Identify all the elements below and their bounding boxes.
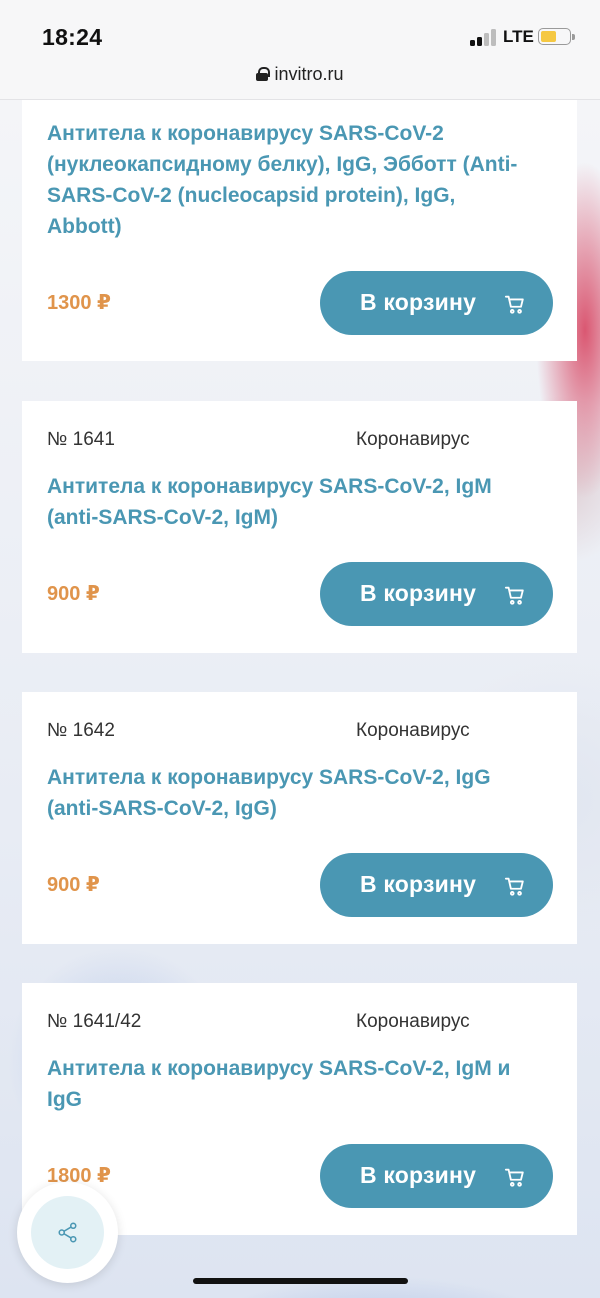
cellular-signal-icon — [470, 28, 498, 46]
cart-icon — [504, 586, 524, 605]
home-indicator[interactable] — [193, 1278, 408, 1284]
product-title[interactable]: Антитела к коронавирусу SARS-CoV-2 (нукл… — [47, 118, 527, 242]
share-button[interactable] — [17, 1182, 118, 1283]
add-to-cart-label: В корзину — [360, 580, 477, 606]
lock-icon — [256, 67, 271, 81]
cart-icon — [504, 877, 524, 896]
add-to-cart-button[interactable]: В корзину — [320, 271, 553, 335]
add-to-cart-label: В корзину — [360, 871, 477, 897]
product-number: № 1641 — [47, 429, 115, 450]
url-display[interactable]: invitro.ru — [0, 64, 600, 85]
product-card: № 1641 Коронавирус Антитела к коронавиру… — [22, 401, 577, 653]
product-category[interactable]: Коронавирус — [356, 1011, 470, 1033]
product-category[interactable]: Коронавирус — [356, 720, 470, 742]
status-time: 18:24 — [42, 24, 103, 50]
product-category[interactable]: Коронавирус — [356, 429, 470, 451]
add-to-cart-label: В корзину — [360, 1162, 477, 1188]
product-title[interactable]: Антитела к коронавирусу SARS-CoV-2, IgG … — [47, 762, 527, 824]
product-number: № 1642 — [47, 720, 115, 741]
add-to-cart-label: В корзину — [360, 289, 477, 315]
add-to-cart-button[interactable]: В корзину — [320, 562, 553, 626]
product-price: 1300 ₽ — [47, 292, 111, 314]
product-card: № 1641/42 Коронавирус Антитела к коронав… — [22, 983, 577, 1235]
status-bar: 18:24 LTE — [0, 0, 600, 56]
product-card: Антитела к коронавирусу SARS-CoV-2 (нукл… — [22, 100, 577, 361]
url-text: invitro.ru — [274, 64, 344, 84]
battery-fill — [541, 31, 556, 42]
product-title[interactable]: Антитела к коронавирусу SARS-CoV-2, IgM … — [47, 471, 527, 533]
product-card: № 1642 Коронавирус Антитела к коронавиру… — [22, 692, 577, 944]
cart-icon — [504, 1168, 524, 1187]
browser-url-bar[interactable]: invitro.ru — [0, 56, 600, 100]
product-number: № 1641/42 — [47, 1011, 142, 1032]
cart-icon — [504, 295, 524, 314]
product-price: 900 ₽ — [47, 583, 100, 605]
network-type: LTE — [503, 27, 534, 46]
product-price: 900 ₽ — [47, 874, 100, 896]
add-to-cart-button[interactable]: В корзину — [320, 853, 553, 917]
share-icon — [58, 1222, 77, 1243]
add-to-cart-button[interactable]: В корзину — [320, 1144, 553, 1208]
product-title[interactable]: Антитела к коронавирусу SARS-CoV-2, IgM … — [47, 1053, 527, 1115]
battery-icon — [538, 28, 575, 45]
